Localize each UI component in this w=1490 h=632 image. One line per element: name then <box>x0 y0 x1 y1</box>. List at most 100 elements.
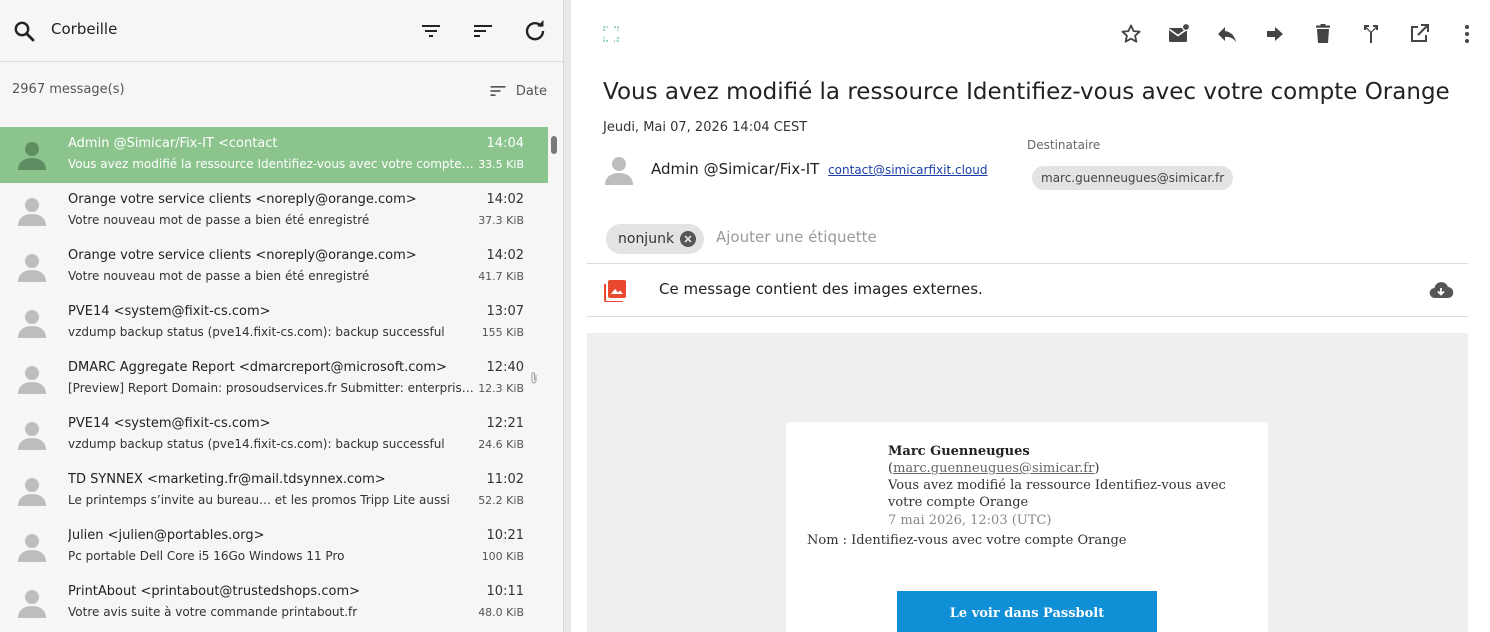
author-name: Marc Guenneugues <box>888 444 1030 459</box>
more-menu-icon[interactable] <box>1455 22 1479 46</box>
message-subject-preview: Votre nouveau mot de passe a bien été en… <box>68 213 370 227</box>
message-sender: Julien <julien@portables.org> <box>68 528 265 543</box>
tag-chip[interactable]: nonjunk <box>606 224 705 254</box>
recipient-chip[interactable]: marc.guenneugues@simicar.fr <box>1032 166 1234 190</box>
external-images-banner: Ce message contient des images externes. <box>587 264 1468 317</box>
notification-action: Vous avez modifié la ressource Identifie… <box>888 478 1226 510</box>
resource-name: Nom : Identifiez-vous avec votre compte … <box>807 533 1127 548</box>
message-subject: Vous avez modifié la ressource Identifie… <box>603 79 1450 105</box>
images-icon <box>604 280 626 302</box>
message-subject-preview: Vous avez modifié la ressource Identifie… <box>68 157 476 171</box>
add-tag-input[interactable] <box>716 228 1116 246</box>
avatar-icon <box>18 422 46 450</box>
sender-avatar-icon <box>605 157 633 185</box>
reply-icon[interactable] <box>1215 22 1239 46</box>
sort-label: Date <box>515 83 547 99</box>
message-list-pane: Corbeille 2967 message(s) Date Admin @Si… <box>0 0 563 632</box>
message-count: 2967 message(s) <box>12 82 125 97</box>
message-row[interactable]: Orange votre service clients <noreply@or… <box>0 239 548 295</box>
message-size: 155 KiB <box>481 326 524 339</box>
message-date: Jeudi, Mai 07, 2026 14:04 CEST <box>603 120 808 135</box>
list-scroll-thumb[interactable] <box>551 136 557 154</box>
cloud-download-icon[interactable] <box>1428 278 1454 304</box>
list-header: 2967 message(s) Date <box>0 63 563 119</box>
message-size: 37.3 KiB <box>478 214 524 227</box>
message-time: 12:40 <box>486 360 524 375</box>
avatar-icon <box>18 198 46 226</box>
message-row[interactable]: PVE14 <system@fixit-cs.com> vzdump backup… <box>0 407 548 463</box>
message-row[interactable]: PrintAbout <printabout@trustedshops.com>… <box>0 575 548 631</box>
message-row[interactable]: Julien <julien@portables.org> Pc portable… <box>0 519 548 575</box>
avatar-icon <box>18 590 46 618</box>
avatar-icon <box>18 366 46 394</box>
open-external-icon[interactable] <box>1407 22 1431 46</box>
message-list: Admin @Simicar/Fix-IT <contact Vous avez … <box>0 127 548 632</box>
message-sender: Orange votre service clients <noreply@or… <box>68 192 417 207</box>
notification-header: Marc Guenneugues (marc.guenneugues@simic… <box>888 443 1238 529</box>
tags-row: nonjunk <box>587 218 1468 264</box>
filter-icon[interactable] <box>419 19 443 43</box>
external-images-text: Ce message contient des images externes. <box>659 280 983 298</box>
message-sender: PVE14 <system@fixit-cs.com> <box>68 416 271 431</box>
message-row[interactable]: TD SYNNEX <marketing.fr@mail.tdsynnex.co… <box>0 463 548 519</box>
email-content-card: Marc Guenneugues (marc.guenneugues@simic… <box>786 422 1268 632</box>
message-time: 10:21 <box>486 528 524 543</box>
notification-date: 7 mai 2026, 12:03 (UTC) <box>888 513 1052 528</box>
message-time: 14:04 <box>486 136 524 151</box>
message-subject-preview: [Preview] Report Domain: prosoudservices… <box>68 381 476 395</box>
move-icon[interactable] <box>1359 22 1383 46</box>
avatar-icon <box>18 310 46 338</box>
refresh-icon[interactable] <box>523 19 547 43</box>
mark-unread-icon[interactable] <box>1167 22 1191 46</box>
message-sender: Orange votre service clients <noreply@or… <box>68 248 417 263</box>
fullscreen-icon[interactable] <box>599 22 623 46</box>
attachment-icon <box>531 372 537 384</box>
avatar-icon <box>18 534 46 562</box>
message-sender: PrintAbout <printabout@trustedshops.com> <box>68 584 360 599</box>
sender-email-link[interactable]: contact@simicarfixit.cloud <box>828 163 987 177</box>
message-row[interactable]: DMARC Aggregate Report <dmarcreport@micr… <box>0 351 548 407</box>
message-row[interactable]: Admin @Simicar/Fix-IT <contact Vous avez … <box>0 127 548 183</box>
author-email-link[interactable]: marc.guenneugues@simicar.fr <box>893 461 1094 476</box>
message-size: 52.2 KiB <box>478 494 524 507</box>
message-subject-preview: vzdump backup status (pve14.fixit-cs.com… <box>68 437 445 451</box>
message-sender: Admin @Simicar/Fix-IT <contact <box>68 136 278 151</box>
message-size: 33.5 KiB <box>478 158 524 171</box>
avatar-icon <box>18 142 46 170</box>
recipient-label: Destinataire <box>1027 138 1101 152</box>
sort-lines-icon <box>490 86 506 96</box>
sort-by-date-button[interactable]: Date <box>488 80 547 102</box>
message-row[interactable]: Orange votre service clients <noreply@or… <box>0 183 548 239</box>
message-size: 24.6 KiB <box>478 438 524 451</box>
message-row[interactable]: PVE14 <system@fixit-cs.com> vzdump backup… <box>0 295 548 351</box>
tag-label: nonjunk <box>618 231 675 247</box>
message-time: 12:21 <box>486 416 524 431</box>
message-time: 14:02 <box>486 248 524 263</box>
search-bar: Corbeille <box>0 0 563 62</box>
star-icon[interactable] <box>1119 22 1143 46</box>
message-sender: DMARC Aggregate Report <dmarcreport@micr… <box>68 360 447 375</box>
forward-icon[interactable] <box>1263 22 1287 46</box>
message-size: 12.3 KiB <box>478 382 524 395</box>
list-scrollbar[interactable] <box>550 127 558 632</box>
message-size: 41.7 KiB <box>478 270 524 283</box>
message-size: 100 KiB <box>481 550 524 563</box>
message-sender: TD SYNNEX <marketing.fr@mail.tdsynnex.co… <box>68 472 386 487</box>
message-sender: PVE14 <system@fixit-cs.com> <box>68 304 271 319</box>
view-in-passbolt-button[interactable]: Le voir dans Passbolt <box>897 591 1157 632</box>
message-time: 14:02 <box>486 192 524 207</box>
pane-resize-handle[interactable] <box>563 0 571 632</box>
sort-icon[interactable] <box>471 19 495 43</box>
sender-name: Admin @Simicar/Fix-IT <box>651 160 820 178</box>
message-view-pane: Vous avez modifié la ressource Identifie… <box>571 0 1490 632</box>
remove-tag-icon[interactable] <box>680 231 697 247</box>
sender: Admin @Simicar/Fix-IT contact@simicarfix… <box>651 160 987 178</box>
search-icon[interactable] <box>12 19 36 43</box>
folder-title: Corbeille <box>51 20 118 38</box>
message-time: 11:02 <box>486 472 524 487</box>
message-body-frame: Marc Guenneugues (marc.guenneugues@simic… <box>587 333 1468 632</box>
message-subject-preview: Le printemps s’invite au bureau… et les … <box>68 493 450 507</box>
delete-icon[interactable] <box>1311 22 1335 46</box>
message-subject-preview: Votre nouveau mot de passe a bien été en… <box>68 269 370 283</box>
message-subject-preview: Pc portable Dell Core i5 16Go Windows 11… <box>68 549 345 563</box>
